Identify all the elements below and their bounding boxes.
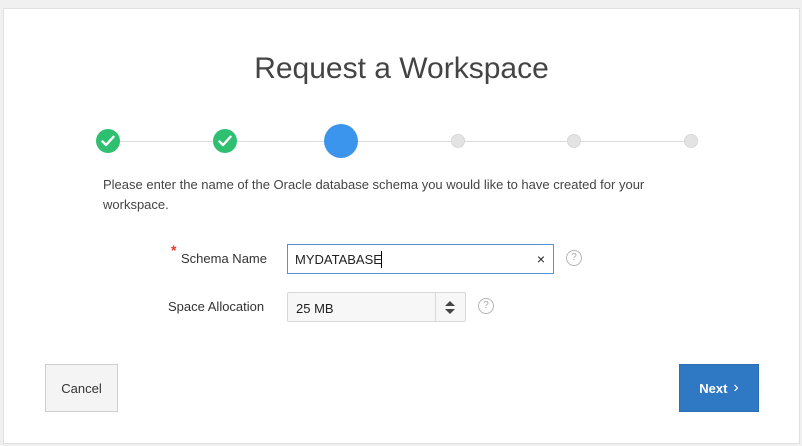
schema-name-input[interactable]: MYDATABASE × (287, 244, 554, 274)
wizard-step-5-pending (567, 134, 581, 148)
space-allocation-select[interactable]: 25 MB (287, 292, 466, 322)
wizard-step-1-complete (96, 129, 120, 153)
schema-name-value: MYDATABASE (295, 252, 382, 267)
request-workspace-dialog: Request a Workspace Please enter the nam… (3, 8, 800, 444)
schema-name-label: Schema Name (181, 251, 267, 266)
check-icon (218, 135, 232, 147)
wizard-step-6-pending (684, 134, 698, 148)
schema-name-help-icon[interactable]: ? (566, 250, 582, 266)
select-arrows-icon (435, 293, 465, 321)
progress-track (108, 141, 698, 142)
wizard-step-2-complete (213, 129, 237, 153)
space-allocation-help-icon[interactable]: ? (478, 298, 494, 314)
chevron-right-icon: › (733, 379, 739, 396)
space-allocation-label: Space Allocation (168, 299, 265, 314)
dialog-title: Request a Workspace (254, 52, 549, 85)
check-icon (101, 135, 115, 147)
wizard-step-3-current (324, 124, 358, 158)
clear-icon[interactable]: × (537, 251, 545, 267)
cancel-button-label: Cancel (61, 380, 102, 396)
arrow-up-icon (445, 301, 455, 306)
wizard-step-4-pending (451, 134, 465, 148)
next-button-label: Next (699, 380, 728, 396)
next-button[interactable]: Next › (679, 364, 759, 412)
required-indicator: * (171, 242, 177, 258)
cancel-button[interactable]: Cancel (45, 364, 118, 412)
arrow-down-icon (445, 309, 455, 314)
space-allocation-value: 25 MB (296, 301, 334, 316)
text-cursor (381, 251, 382, 268)
instructions-text: Please enter the name of the Oracle data… (103, 177, 645, 212)
